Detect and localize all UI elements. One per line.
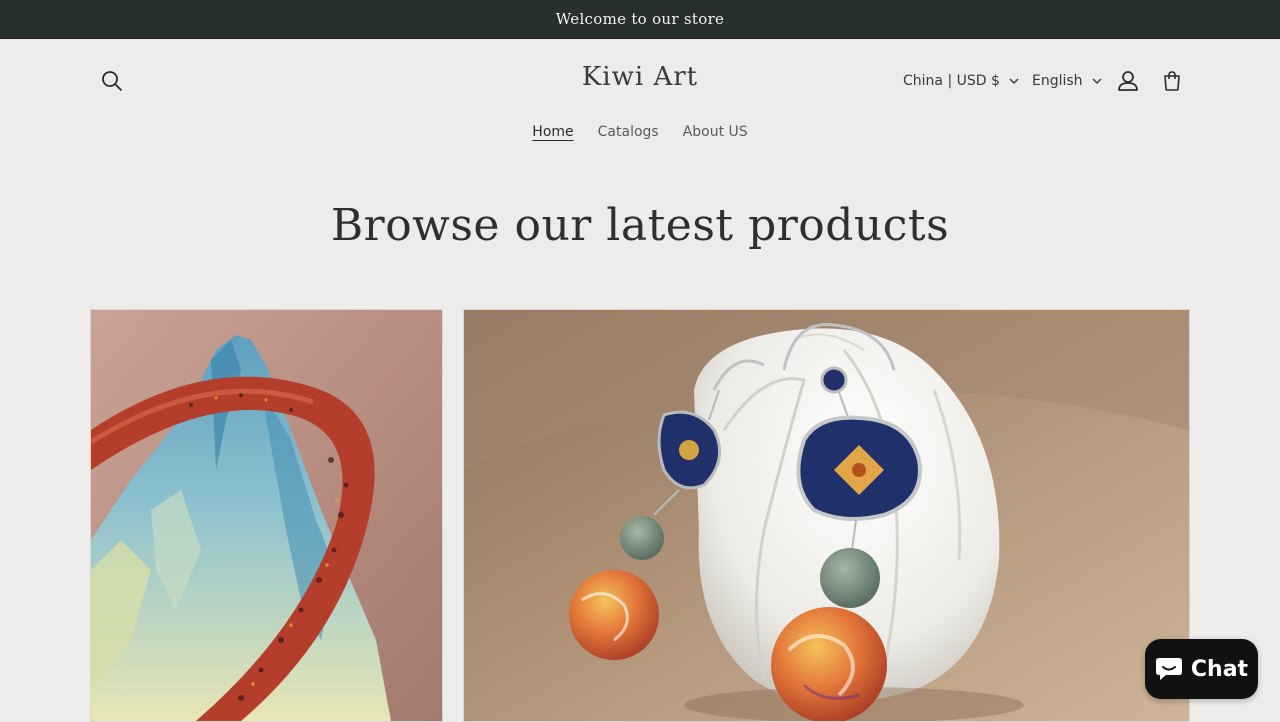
main-navigation: Home Catalogs About US <box>0 124 1280 140</box>
search-icon <box>102 71 122 91</box>
nav-item-about-us[interactable]: About US <box>683 124 748 140</box>
chat-label: Chat <box>1190 656 1249 682</box>
country-currency-label: China | USD $ <box>903 73 1000 89</box>
language-label: English <box>1032 73 1083 89</box>
account-icon <box>1118 71 1138 91</box>
nav-item-catalogs[interactable]: Catalogs <box>598 124 659 140</box>
section-title: Browse our latest products <box>330 200 950 251</box>
product-card-bangle[interactable] <box>90 309 443 722</box>
product-card-earrings[interactable] <box>463 309 1190 722</box>
chat-button[interactable]: Chat <box>1145 639 1258 699</box>
cart-icon <box>1164 71 1180 91</box>
country-currency-selector[interactable]: China | USD $ <box>903 70 1019 92</box>
account-button[interactable] <box>1108 61 1148 101</box>
chat-bubble-icon <box>1155 658 1182 680</box>
product-image-earrings <box>464 310 1189 721</box>
product-image-bangle <box>91 310 442 721</box>
nav-item-home[interactable]: Home <box>532 124 573 140</box>
search-button[interactable] <box>92 61 132 101</box>
language-selector[interactable]: English <box>1032 70 1102 92</box>
cart-button[interactable] <box>1152 61 1192 101</box>
chevron-down-icon <box>1092 78 1102 84</box>
chevron-down-icon <box>1009 78 1019 84</box>
announcement-text: Welcome to our store <box>555 10 725 28</box>
announcement-bar: Welcome to our store <box>0 0 1280 39</box>
store-logo[interactable]: Kiwi Art <box>540 62 740 92</box>
